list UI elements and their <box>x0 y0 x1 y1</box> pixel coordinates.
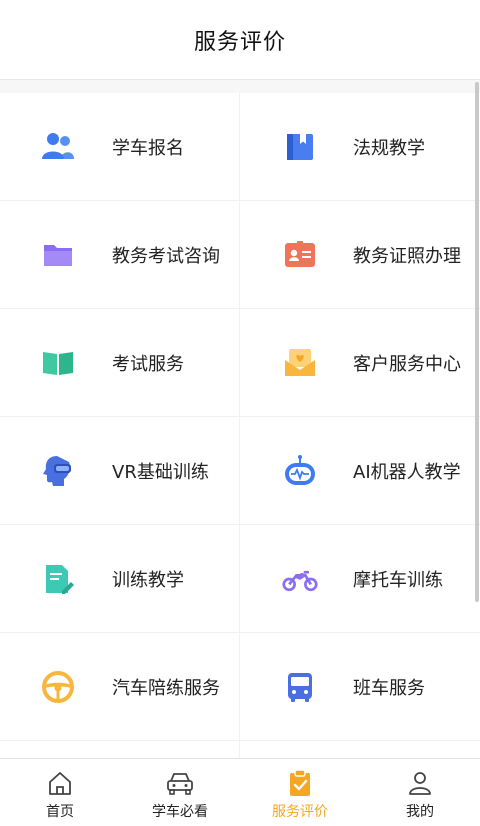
service-item-vr-training[interactable]: VR基础训练 <box>0 417 240 525</box>
service-item-shuttle-bus[interactable]: 班车服务 <box>240 633 480 741</box>
service-item-motorcycle[interactable]: 摩托车训练 <box>240 525 480 633</box>
mail-heart-icon <box>282 345 318 381</box>
document-edit-icon <box>40 561 76 597</box>
car-icon <box>166 769 194 797</box>
service-label: 摩托车训练 <box>353 569 443 591</box>
robot-icon <box>282 453 318 489</box>
service-item-partial <box>0 741 240 758</box>
top-spacer <box>0 80 480 93</box>
bus-icon <box>282 669 318 705</box>
service-item-ai-robot[interactable]: AI机器人教学 <box>240 417 480 525</box>
scrollbar[interactable] <box>475 82 479 602</box>
home-icon <box>46 769 74 797</box>
service-label: 汽车陪练服务 <box>112 677 220 699</box>
service-label: 法规教学 <box>353 137 425 159</box>
service-label: 客户服务中心 <box>353 353 461 375</box>
clipboard-check-icon <box>286 769 314 797</box>
service-label: 教务证照办理 <box>353 245 461 267</box>
service-label: 学车报名 <box>112 137 184 159</box>
steering-wheel-icon <box>40 669 76 705</box>
tab-mine[interactable]: 我的 <box>360 759 480 826</box>
service-grid-container[interactable]: 学车报名 法规教学 教务考试咨询 教务证照办理 考试服务 客户服务中心 VR基础… <box>0 80 480 758</box>
vr-head-icon <box>40 453 76 489</box>
tab-home[interactable]: 首页 <box>0 759 120 826</box>
service-item-partial <box>240 741 480 758</box>
service-item-customer-service[interactable]: 客户服务中心 <box>240 309 480 417</box>
book-icon <box>282 129 318 165</box>
service-label: 教务考试咨询 <box>112 245 220 267</box>
service-item-training-teaching[interactable]: 训练教学 <box>0 525 240 633</box>
page-title: 服务评价 <box>193 29 286 55</box>
users-icon <box>40 129 76 165</box>
service-item-registration[interactable]: 学车报名 <box>0 93 240 201</box>
service-label: 训练教学 <box>112 569 184 591</box>
header: 服务评价 <box>0 0 480 80</box>
service-item-license[interactable]: 教务证照办理 <box>240 201 480 309</box>
service-label: 考试服务 <box>112 353 184 375</box>
service-label: AI机器人教学 <box>353 461 461 483</box>
app-screen: 服务评价 学车报名 法规教学 教务考试咨询 教务证照办理 考试服务 客户服务中心… <box>0 0 480 826</box>
service-label: 班车服务 <box>353 677 425 699</box>
open-book-icon <box>40 345 76 381</box>
user-icon <box>406 769 434 797</box>
service-grid: 学车报名 法规教学 教务考试咨询 教务证照办理 考试服务 客户服务中心 VR基础… <box>0 93 480 758</box>
tab-service-review[interactable]: 服务评价 <box>240 759 360 826</box>
service-item-car-accompany[interactable]: 汽车陪练服务 <box>0 633 240 741</box>
tab-learn-driving[interactable]: 学车必看 <box>120 759 240 826</box>
folder-icon <box>40 237 76 273</box>
service-item-exam-consult[interactable]: 教务考试咨询 <box>0 201 240 309</box>
tab-label: 我的 <box>406 804 434 820</box>
tab-label: 首页 <box>46 804 74 820</box>
service-item-exam-service[interactable]: 考试服务 <box>0 309 240 417</box>
service-label: VR基础训练 <box>112 461 209 483</box>
id-card-icon <box>282 237 318 273</box>
bottom-tab-bar: 首页 学车必看 服务评价 我的 <box>0 758 480 826</box>
service-item-regulations[interactable]: 法规教学 <box>240 93 480 201</box>
tab-label: 学车必看 <box>152 804 208 820</box>
tab-label: 服务评价 <box>272 804 328 820</box>
motorcycle-icon <box>282 561 318 597</box>
